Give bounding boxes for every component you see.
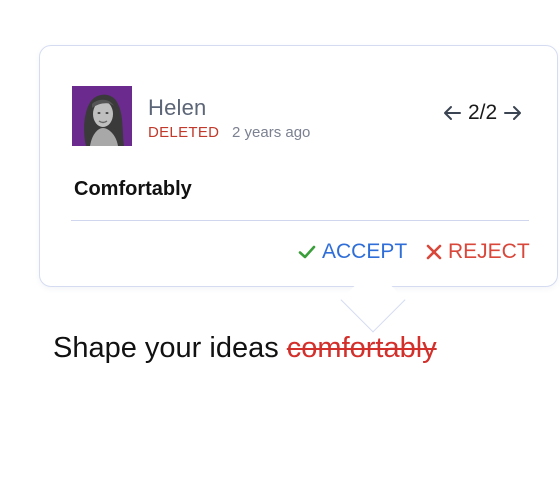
reject-label: REJECT bbox=[448, 240, 530, 263]
popover-caret-cover bbox=[340, 272, 410, 286]
avatar-photo bbox=[72, 86, 132, 146]
close-icon bbox=[426, 244, 442, 260]
avatar[interactable] bbox=[72, 86, 132, 146]
next-suggestion-button[interactable] bbox=[503, 103, 523, 123]
author-name: Helen bbox=[148, 95, 207, 120]
arrow-left-icon bbox=[444, 106, 461, 120]
timestamp: 2 years ago bbox=[232, 124, 311, 141]
accept-button[interactable]: ACCEPT bbox=[298, 240, 407, 264]
suggestion-comment: Comfortably bbox=[74, 178, 192, 200]
arrow-right-icon bbox=[504, 106, 522, 120]
accept-label: ACCEPT bbox=[322, 240, 408, 263]
status-badge: DELETED bbox=[148, 124, 220, 141]
document-line: Shape your ideas comfortably bbox=[53, 332, 437, 365]
pager-count: 2/2 bbox=[468, 101, 498, 124]
document-text[interactable]: Shape your ideas bbox=[53, 332, 279, 364]
previous-suggestion-button[interactable] bbox=[442, 103, 462, 123]
check-icon bbox=[298, 245, 316, 259]
reject-button[interactable]: REJECT bbox=[426, 240, 530, 264]
track-changes-stage: Helen DELETED 2 years ago 2/2 Comfortabl… bbox=[0, 0, 560, 500]
suggestion-pager: 2/2 bbox=[442, 100, 523, 126]
divider bbox=[71, 220, 529, 221]
deleted-text[interactable]: comfortably bbox=[287, 332, 437, 364]
